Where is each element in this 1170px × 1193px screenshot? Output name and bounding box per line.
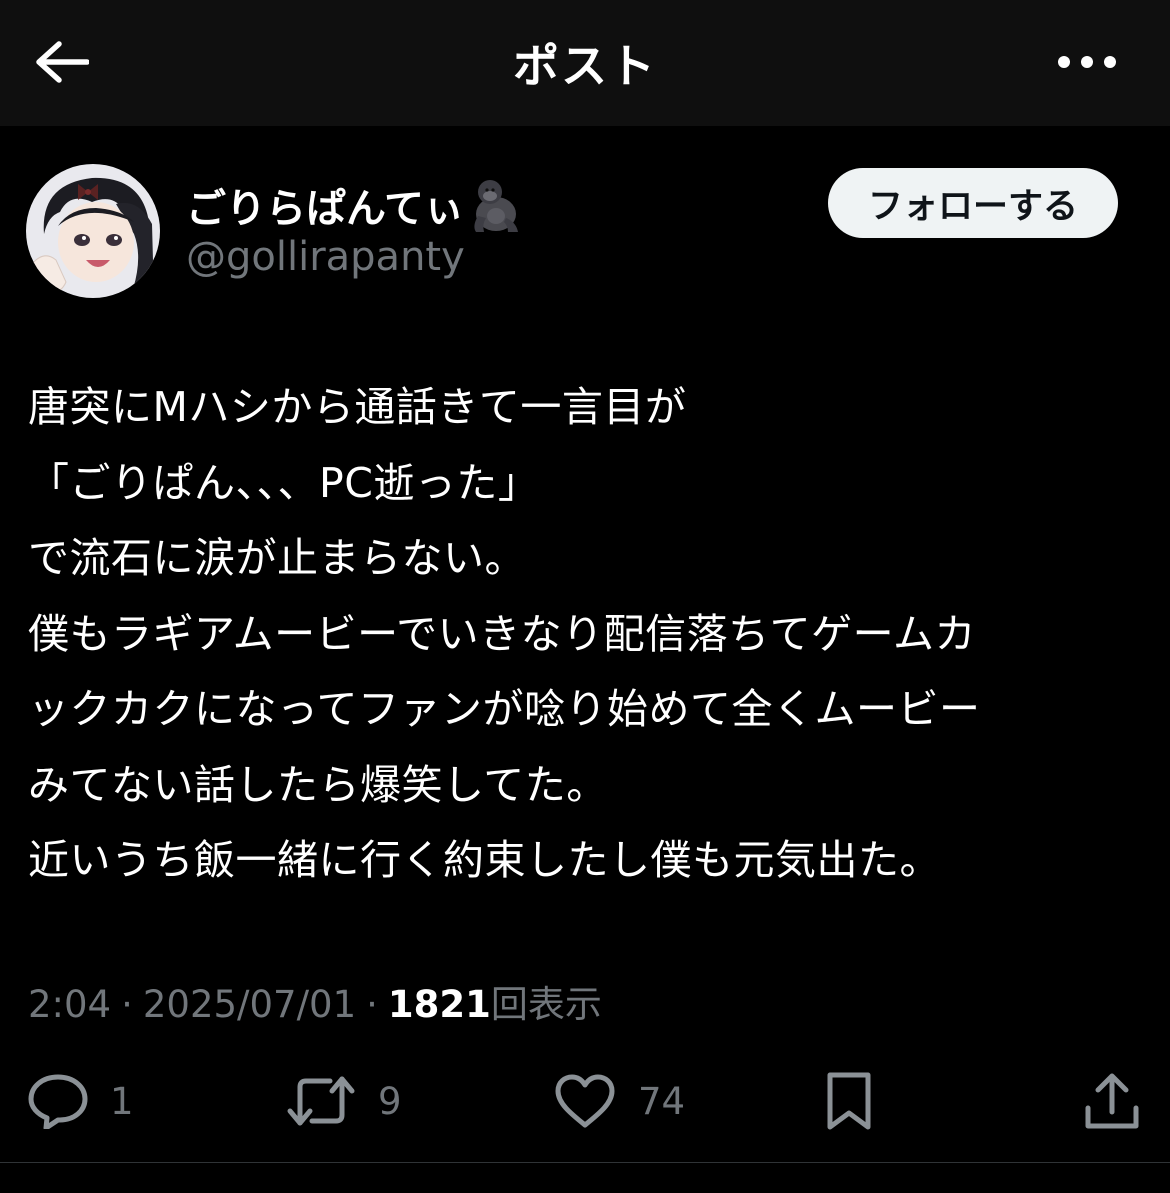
tweet-text: 唐突にMハシから通話きて一言目が 「ごりぱん、、、PC逝った」 で流石に涙が止ま… [28, 370, 1148, 899]
heart-icon [555, 1074, 615, 1128]
author-display-name[interactable]: ごりらぱんてぃ [186, 176, 526, 234]
follow-button[interactable]: フォローする [828, 168, 1118, 238]
more-dots-icon [1058, 56, 1116, 68]
repost-icon [287, 1076, 355, 1126]
bookmark-button[interactable] [824, 1068, 874, 1134]
reply-bubble-icon [28, 1074, 88, 1129]
reply-button[interactable]: 1 [28, 1068, 134, 1134]
repost-count: 9 [378, 1079, 402, 1123]
page-title: ポスト [513, 39, 657, 93]
views-count[interactable]: 1821 [388, 983, 491, 1026]
tweet-line: みてない話したら爆笑してた。 [28, 760, 608, 809]
share-icon [1085, 1073, 1139, 1129]
tweet-date[interactable]: 2025/07/01 [143, 983, 356, 1026]
post-detail-screen: ポスト ごりらぱんてぃ @gollirapanty フォローする 唐突にMハシか… [0, 0, 1170, 1193]
tweet-time[interactable]: 2:04 [28, 983, 111, 1026]
more-options-button[interactable] [1052, 40, 1122, 84]
meta-separator: · [366, 983, 378, 1026]
views-label: 回表示 [490, 983, 602, 1026]
avatar-illustration [26, 164, 160, 298]
tweet-line: で流石に涙が止まらない。 [28, 534, 526, 582]
like-button[interactable]: 74 [554, 1068, 685, 1134]
author-handle[interactable]: @gollirapanty [186, 234, 465, 280]
like-count: 74 [638, 1079, 686, 1123]
repost-button[interactable]: 9 [286, 1068, 402, 1134]
gorilla-emoji-icon [474, 180, 518, 232]
top-bar: ポスト [0, 0, 1170, 126]
divider [0, 1162, 1170, 1163]
share-button[interactable] [1084, 1068, 1140, 1134]
tweet-line: 近いうち飯一緒に行く約束したし僕も元気出た。 [28, 836, 941, 884]
author-name-text: ごりらぱんてぃ [186, 186, 464, 232]
author-avatar[interactable] [26, 164, 160, 298]
tweet-line: 唐突にMハシから通話きて一言目が [28, 383, 687, 431]
bookmark-icon [827, 1072, 871, 1130]
tweet-line: 僕もラギアムービーでいきなり配信落ちてゲームカ [28, 609, 976, 658]
tweet-line: 「ごりぱん、、、PC逝った」 [28, 458, 540, 507]
reply-count: 1 [110, 1079, 134, 1123]
tweet-meta: 2:04 · 2025/07/01 · 1821 回表示 [28, 974, 602, 1028]
tweet-line: ックカクになってファンが唸り始めて全くムービー [28, 685, 981, 733]
meta-separator: · [121, 983, 133, 1026]
